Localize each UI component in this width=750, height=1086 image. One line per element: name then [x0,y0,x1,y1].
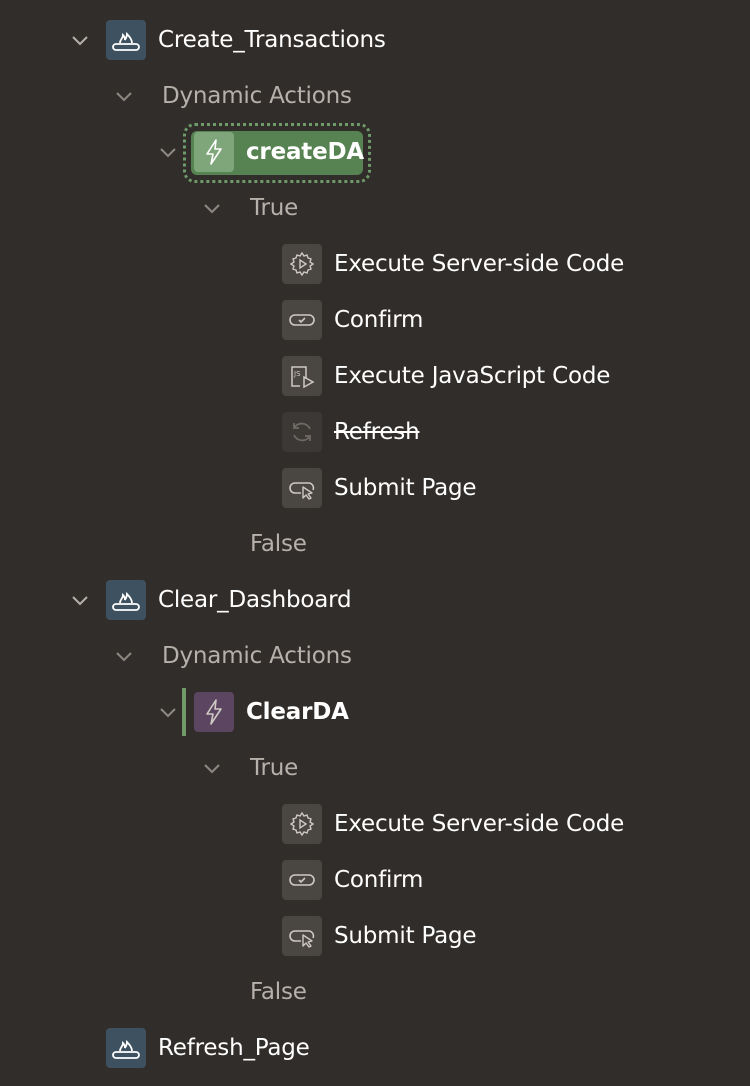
chevron-down-icon[interactable] [158,702,178,722]
action-label[interactable]: Submit Page [334,468,477,508]
dynamic-action-label[interactable]: createDA [246,132,364,172]
button-label[interactable]: Refresh_Page [158,1028,310,1068]
action-label[interactable]: Submit Page [334,916,477,956]
dynamic-actions-section[interactable]: Dynamic Actions [162,76,352,116]
action-label[interactable]: Execute Server-side Code [334,244,624,284]
chevron-down-icon[interactable] [70,30,90,50]
true-branch[interactable]: True [250,188,298,228]
confirm-icon [282,300,322,340]
button-icon [106,1028,146,1068]
svg-text:JS: JS [293,370,301,378]
action-label[interactable]: Execute Server-side Code [334,804,624,844]
action-label[interactable]: Confirm [334,300,423,340]
dynamic-actions-section[interactable]: Dynamic Actions [162,636,352,676]
refresh-icon [282,412,322,452]
false-branch[interactable]: False [250,524,307,564]
gear-play-icon [282,804,322,844]
chevron-down-icon[interactable] [114,646,134,666]
true-branch[interactable]: True [250,748,298,788]
submit-page-icon [282,916,322,956]
confirm-icon [282,860,322,900]
javascript-icon: JS [282,356,322,396]
chevron-down-icon[interactable] [158,142,178,162]
action-label[interactable]: Execute JavaScript Code [334,356,610,396]
button-icon [106,20,146,60]
lightning-icon [194,692,234,732]
node-indicator-bar [182,688,186,736]
button-label[interactable]: Create_Transactions [158,20,386,60]
submit-page-icon [282,468,322,508]
action-label-disabled[interactable]: Refresh [334,412,420,452]
lightning-icon [194,132,234,172]
button-label[interactable]: Clear_Dashboard [158,580,352,620]
chevron-down-icon[interactable] [202,758,222,778]
gear-play-icon [282,244,322,284]
dynamic-action-label[interactable]: ClearDA [246,692,349,732]
action-label[interactable]: Confirm [334,860,423,900]
rendering-tree: Create_Transactions Dynamic Actions crea… [0,0,750,1086]
chevron-down-icon[interactable] [70,590,90,610]
chevron-down-icon[interactable] [114,86,134,106]
button-icon [106,580,146,620]
chevron-down-icon[interactable] [202,198,222,218]
false-branch[interactable]: False [250,972,307,1012]
